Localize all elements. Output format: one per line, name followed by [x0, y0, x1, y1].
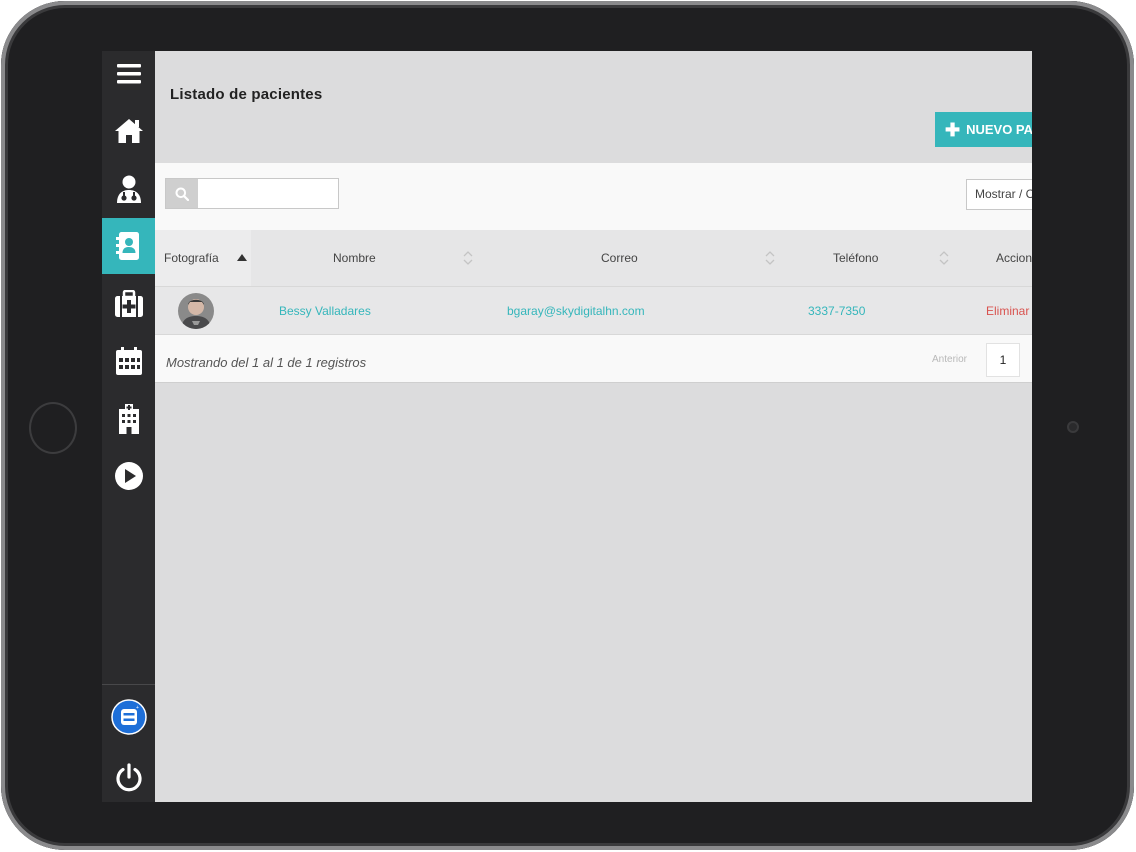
panel-bottom-border [155, 382, 1032, 383]
search-box [165, 178, 339, 209]
medical-kit-icon[interactable] [102, 276, 155, 332]
plus-icon: ✚ [945, 119, 961, 140]
column-header-actions[interactable]: Accion [955, 230, 1032, 286]
table-info: Mostrando del 1 al 1 de 1 registros [166, 355, 367, 370]
sort-asc-icon [237, 254, 247, 261]
column-header-phone-label: Teléfono [833, 251, 879, 265]
play-icon[interactable] [102, 448, 155, 504]
patient-phone-link[interactable]: 3337-7350 [808, 287, 865, 334]
sidebar-divider [102, 684, 155, 685]
pagination-page-1[interactable]: 1 [986, 343, 1020, 377]
page-length-select[interactable]: Mostrar / C [966, 179, 1032, 210]
avatar [178, 293, 214, 329]
patient-email-link[interactable]: bgaray@skydigitalhn.com [507, 287, 645, 334]
column-header-email[interactable]: Correo [479, 230, 781, 286]
svg-text:+: + [136, 705, 139, 711]
search-input[interactable] [199, 179, 337, 208]
home-icon[interactable] [102, 103, 155, 159]
table-header: Fotografía Nombre Correo Teléfono Accion [155, 230, 1032, 286]
app-screen: + Listado de pacientes ✚ NUEVO PA Mostra… [102, 51, 1032, 802]
new-patient-button-label: NUEVO PA [966, 122, 1032, 137]
column-header-name[interactable]: Nombre [251, 230, 479, 286]
delete-patient-link[interactable]: Eliminar [986, 287, 1029, 334]
app-badge-icon[interactable]: + [102, 689, 155, 745]
sidebar-item-patients[interactable] [102, 218, 155, 274]
pagination-previous[interactable]: Anterior [932, 354, 967, 365]
table-panel: Mostrar / C Fotografía Nombre Correo Tel… [155, 163, 1032, 383]
sidebar: + [102, 51, 155, 802]
column-header-name-label: Nombre [333, 251, 376, 265]
sort-icon [765, 251, 775, 265]
calendar-icon[interactable] [102, 333, 155, 389]
patient-name-link[interactable]: Bessy Valladares [279, 287, 371, 334]
column-header-photo-label: Fotografía [164, 251, 219, 265]
contact-book-icon [115, 232, 139, 260]
hospital-icon[interactable] [102, 391, 155, 447]
main-content: Listado de pacientes ✚ NUEVO PA Mostrar … [155, 51, 1032, 802]
column-header-actions-label: Accion [996, 251, 1032, 265]
new-patient-button[interactable]: ✚ NUEVO PA [935, 112, 1032, 147]
sort-icon [939, 251, 949, 265]
power-icon[interactable] [102, 750, 155, 802]
table-row[interactable]: Bessy Valladares bgaray@skydigitalhn.com… [155, 286, 1032, 335]
tablet-home-button[interactable] [29, 402, 77, 454]
page-title: Listado de pacientes [170, 86, 323, 103]
sort-icon [463, 251, 473, 265]
tablet-camera [1067, 421, 1079, 433]
column-header-photo[interactable]: Fotografía [155, 230, 251, 286]
column-header-email-label: Correo [601, 251, 638, 265]
doctor-icon[interactable] [102, 161, 155, 217]
column-header-phone[interactable]: Teléfono [781, 230, 955, 286]
search-icon [166, 179, 198, 208]
menu-icon[interactable] [102, 51, 155, 102]
